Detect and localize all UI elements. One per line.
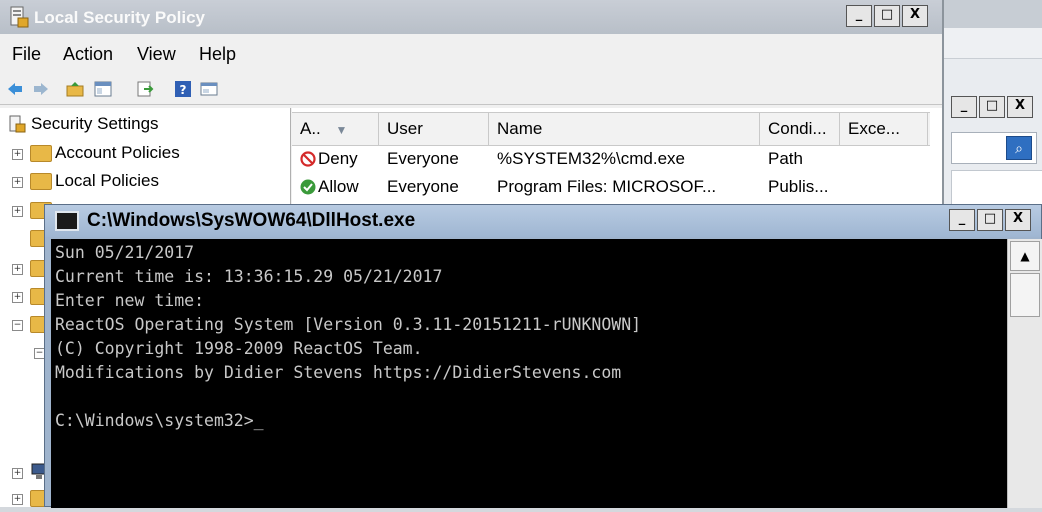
tree-item-label: Local Policies — [55, 171, 159, 190]
lsp-menubar: File Action View Help — [0, 40, 942, 70]
expand-icon[interactable]: + — [12, 206, 23, 217]
back-arrow-icon[interactable] — [6, 80, 24, 98]
lsp-close-button[interactable]: X — [902, 5, 928, 27]
console-window: C:\Windows\SysWOW64\DllHost.exe _ □ X Su… — [44, 204, 1042, 508]
menu-help[interactable]: Help — [199, 44, 236, 65]
console-line: (C) Copyright 1998-2009 ReactOS Team. — [55, 339, 423, 358]
console-minimize-button[interactable]: _ — [949, 209, 975, 231]
column-header-name[interactable]: Name — [489, 113, 760, 145]
action-text: Allow — [318, 177, 359, 196]
background-window-controls: _ □ X — [951, 96, 1035, 118]
expand-icon[interactable]: + — [12, 264, 23, 275]
console-maximize-button[interactable]: □ — [977, 209, 1003, 231]
lsp-maximize-button[interactable]: □ — [874, 5, 900, 27]
up-folder-icon[interactable] — [66, 80, 84, 98]
expand-icon[interactable]: + — [12, 494, 23, 505]
bg-close-button[interactable]: X — [1007, 96, 1033, 118]
tree-item-label: Account Policies — [55, 143, 180, 162]
column-header-exceptions[interactable]: Exce... — [840, 113, 928, 145]
lsp-titlebar[interactable]: Local Security Policy _ □ X — [0, 0, 942, 34]
console-line: Modifications by Didier Stevens https://… — [55, 363, 622, 382]
table-row[interactable]: Deny Everyone %SYSTEM32%\cmd.exe Path — [292, 145, 932, 173]
menu-file[interactable]: File — [12, 44, 41, 65]
exceptions-cell — [842, 145, 848, 173]
condition-cell: Path — [768, 149, 803, 168]
deny-icon — [300, 151, 316, 167]
bg-maximize-button[interactable]: □ — [979, 96, 1005, 118]
name-cell: %SYSTEM32%\cmd.exe — [497, 149, 686, 168]
column-header-label: Condi... — [768, 119, 827, 138]
name-cell: Program Files: MICROSOF... — [497, 177, 717, 196]
menu-view[interactable]: View — [137, 44, 176, 65]
tree-root-label: Security Settings — [31, 114, 159, 133]
console-window-controls: _ □ X — [949, 209, 1033, 231]
list-header: A.. ▼ User Name Condi... Exce... — [292, 112, 930, 146]
console-output[interactable]: Sun 05/21/2017 Current time is: 13:36:15… — [51, 239, 1007, 508]
column-header-condition[interactable]: Condi... — [760, 113, 840, 145]
table-row[interactable]: Allow Everyone Program Files: MICROSOF..… — [292, 173, 932, 201]
console-scrollbar[interactable]: ▲ — [1007, 239, 1042, 508]
expand-icon[interactable]: + — [12, 468, 23, 479]
bg-minimize-button[interactable]: _ — [951, 96, 977, 118]
forward-arrow-icon[interactable] — [32, 80, 50, 98]
search-icon[interactable]: ⌕ — [1006, 136, 1032, 160]
properties-icon[interactable] — [200, 80, 218, 98]
console-line: Sun 05/21/2017 — [55, 243, 195, 262]
export-list-icon[interactable] — [136, 80, 154, 98]
show-hide-tree-icon[interactable] — [94, 80, 112, 98]
expand-icon[interactable]: + — [12, 177, 23, 188]
lsp-toolbar: ? — [0, 76, 942, 105]
action-text: Deny — [318, 149, 358, 168]
condition-cell: Publis... — [768, 177, 829, 196]
column-header-label: A.. — [300, 119, 321, 138]
lsp-title: Local Security Policy — [34, 8, 206, 27]
column-header-label: User — [387, 119, 423, 138]
user-cell: Everyone — [387, 177, 459, 196]
background-window-menubar — [943, 28, 1042, 59]
console-close-button[interactable]: X — [1005, 209, 1031, 231]
lsp-window-controls: _ □ X — [846, 5, 930, 27]
console-title: C:\Windows\SysWOW64\DllHost.exe — [87, 210, 416, 231]
console-prompt: C:\Windows\system32>_ — [55, 411, 264, 430]
sort-descending-icon: ▼ — [335, 123, 348, 137]
folder-icon — [30, 173, 52, 190]
security-settings-icon — [9, 115, 26, 133]
folder-icon — [30, 145, 52, 162]
expand-icon[interactable]: + — [12, 149, 23, 160]
exceptions-cell — [842, 173, 848, 201]
bg-search-field[interactable]: ⌕ — [951, 132, 1037, 164]
column-header-label: Exce... — [848, 119, 900, 138]
menu-action[interactable]: Action — [63, 44, 113, 65]
user-cell: Everyone — [387, 149, 459, 168]
collapse-icon[interactable]: − — [12, 320, 23, 331]
console-titlebar[interactable]: C:\Windows\SysWOW64\DllHost.exe _ □ X — [45, 205, 1041, 237]
console-line: Enter new time: — [55, 291, 205, 310]
column-header-action[interactable]: A.. ▼ — [292, 113, 379, 145]
lsp-minimize-button[interactable]: _ — [846, 5, 872, 27]
scrollbar-thumb[interactable] — [1010, 273, 1040, 317]
console-line: ReactOS Operating System [Version 0.3.11… — [55, 315, 642, 334]
svg-text:?: ? — [180, 83, 187, 97]
expand-icon[interactable]: + — [12, 292, 23, 303]
allow-check-icon — [300, 179, 316, 195]
column-header-user[interactable]: User — [379, 113, 489, 145]
column-header-label: Name — [497, 119, 543, 138]
help-icon[interactable]: ? — [174, 80, 192, 98]
console-window-icon — [55, 211, 79, 231]
security-policy-icon — [10, 6, 29, 28]
background-window-titlebar — [943, 0, 1042, 28]
console-line: Current time is: 13:36:15.29 05/21/2017 — [55, 267, 443, 286]
scroll-up-arrow-icon[interactable]: ▲ — [1010, 241, 1040, 271]
